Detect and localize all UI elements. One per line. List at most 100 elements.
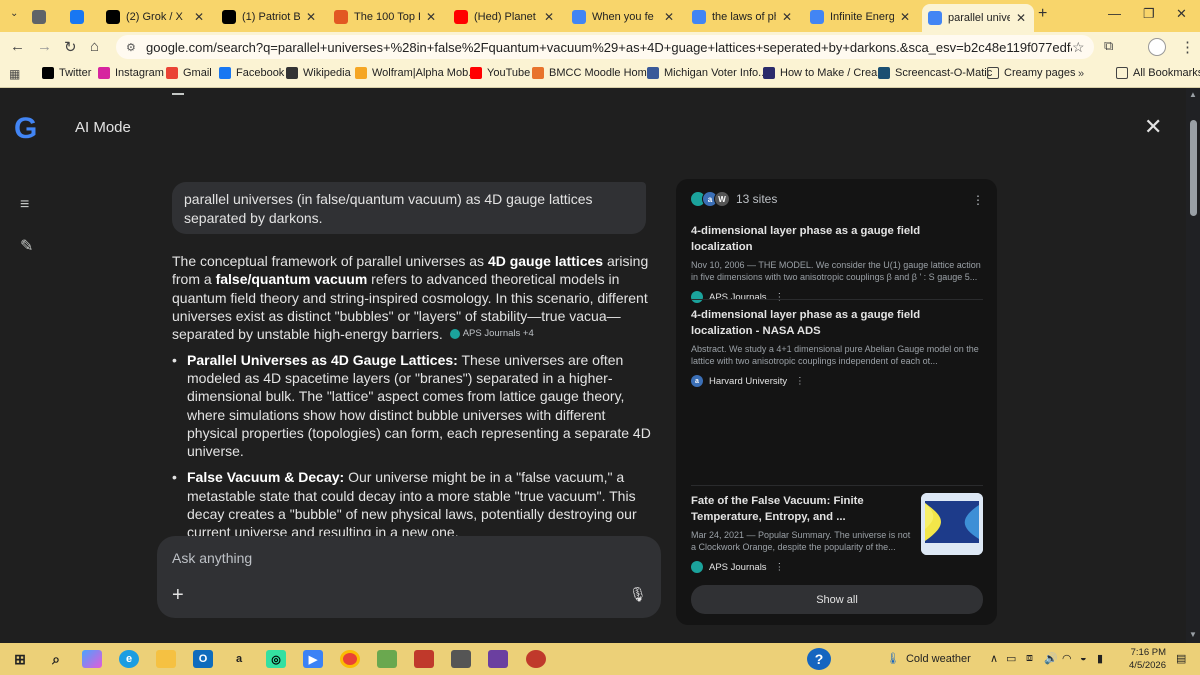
- amazon-icon[interactable]: a: [229, 650, 249, 668]
- profile-avatar[interactable]: [1148, 38, 1166, 56]
- bookmark-star-icon[interactable]: ☆: [1072, 39, 1094, 56]
- bookmark-item[interactable]: Michigan Voter Info...: [647, 67, 767, 79]
- bookmark-item[interactable]: Creamy pages: [987, 67, 1076, 79]
- tab-10[interactable]: parallel universe ✕: [922, 4, 1034, 32]
- edge-icon[interactable]: e: [119, 650, 139, 668]
- new-chat-icon[interactable]: ✎: [20, 236, 33, 256]
- source-title[interactable]: 4-dimensional layer phase as a gauge fie…: [691, 307, 983, 339]
- history-list-icon[interactable]: ≡: [20, 196, 29, 214]
- back-icon[interactable]: ←: [10, 38, 25, 55]
- new-tab-button[interactable]: +: [1038, 5, 1047, 23]
- ask-input-box[interactable]: Ask anything + 🎙: [157, 536, 661, 618]
- tripadvisor-icon[interactable]: ◎: [266, 650, 286, 668]
- google-logo-icon[interactable]: G: [14, 112, 37, 146]
- app-icon[interactable]: [377, 650, 397, 668]
- source-card[interactable]: Fate of the False Vacuum: Finite Tempera…: [691, 493, 911, 573]
- windows-start-icon[interactable]: ⊞: [10, 650, 30, 668]
- app-icon[interactable]: [451, 650, 471, 668]
- mic-icon[interactable]: 🎙: [629, 586, 647, 603]
- tab-close-icon[interactable]: ✕: [898, 10, 912, 24]
- device-icon[interactable]: ⧈: [1026, 652, 1033, 665]
- all-bookmarks-folder[interactable]: All Bookmarks: [1116, 67, 1200, 79]
- forward-icon[interactable]: →: [37, 38, 52, 55]
- more-bookmarks-icon[interactable]: »: [1078, 68, 1084, 80]
- file-explorer-icon[interactable]: [156, 650, 176, 668]
- tab-5[interactable]: The 100 Top Pro ✕: [328, 5, 444, 29]
- weather-widget[interactable]: 🌡 Cold weather: [886, 652, 971, 666]
- bookmark-item[interactable]: Instagram: [98, 67, 164, 79]
- system-clock[interactable]: 7:16 PM 4/5/2026: [1110, 646, 1166, 672]
- address-url[interactable]: google.com/search?q=parallel+universes+%…: [146, 40, 1072, 55]
- sources-menu-icon[interactable]: ⋮: [972, 193, 984, 207]
- tab-9[interactable]: Infinite Energy t ✕: [804, 5, 918, 29]
- tab-6[interactable]: (Hed) Planet Ear ✕: [448, 5, 562, 29]
- volume-icon[interactable]: 🔊: [1044, 652, 1058, 665]
- scrollbar-thumb[interactable]: [1190, 120, 1197, 216]
- bookmark-item[interactable]: YouTube: [470, 67, 530, 79]
- tab-close-icon[interactable]: ✕: [1014, 11, 1028, 25]
- tab-close-icon[interactable]: ✕: [542, 10, 556, 24]
- bookmark-item[interactable]: Gmail: [166, 67, 212, 79]
- network-icon[interactable]: ◒: [1080, 652, 1087, 664]
- bookmark-item[interactable]: How to Make / Crea...: [763, 67, 886, 79]
- tab-4[interactable]: (1) Patriot Boy V ✕: [216, 5, 324, 29]
- source-chip[interactable]: APS Journals +4: [449, 325, 534, 343]
- bookmark-item[interactable]: Screencast-O-Matic: [878, 67, 992, 79]
- tab-close-icon[interactable]: ✕: [304, 10, 318, 24]
- copilot-icon[interactable]: [82, 650, 102, 668]
- tab-1[interactable]: [26, 5, 60, 29]
- apps-grid-icon[interactable]: ▦: [9, 67, 20, 81]
- tab-close-icon[interactable]: ✕: [424, 10, 438, 24]
- tab-search-chevron-icon[interactable]: ⌄: [10, 8, 18, 19]
- battery-icon[interactable]: ▭: [1006, 652, 1016, 665]
- bookmark-item[interactable]: Wikipedia: [286, 67, 351, 79]
- tab-close-icon[interactable]: ✕: [662, 10, 676, 24]
- source-thumbnail[interactable]: [921, 493, 983, 555]
- source-title[interactable]: 4-dimensional layer phase as a gauge fie…: [691, 223, 983, 255]
- bookmark-item[interactable]: BMCC Moodle Hom...: [532, 67, 656, 79]
- scroll-up-icon[interactable]: ▲: [1189, 90, 1197, 99]
- extensions-icon[interactable]: ⧉: [1104, 38, 1113, 54]
- card-menu-icon[interactable]: ⋮: [775, 292, 785, 303]
- menu-icon[interactable]: ⋮: [1180, 38, 1195, 56]
- notifications-icon[interactable]: ▤: [1176, 652, 1186, 665]
- card-menu-icon[interactable]: ⋮: [775, 562, 785, 573]
- outlook-icon[interactable]: O: [193, 650, 213, 668]
- home-icon[interactable]: ⌂: [90, 38, 99, 55]
- store-icon[interactable]: ▶: [303, 650, 323, 668]
- show-all-button[interactable]: Show all: [691, 585, 983, 614]
- reload-icon[interactable]: ↻: [64, 38, 77, 56]
- scroll-down-icon[interactable]: ▼: [1189, 630, 1197, 639]
- tab-2[interactable]: [64, 5, 98, 29]
- window-close-icon[interactable]: ✕: [1176, 6, 1187, 22]
- chrome-icon[interactable]: [340, 650, 360, 668]
- bullet-heading: False Vacuum & Decay:: [187, 469, 345, 486]
- minimize-icon[interactable]: —: [1108, 6, 1121, 21]
- bookmark-item[interactable]: Facebook: [219, 67, 284, 79]
- wifi-icon[interactable]: ◠: [1062, 652, 1072, 665]
- address-bar[interactable]: ⚙ google.com/search?q=parallel+universes…: [116, 35, 1094, 59]
- source-card[interactable]: 4-dimensional layer phase as a gauge fie…: [691, 223, 983, 303]
- bookmark-item[interactable]: Twitter: [42, 67, 91, 79]
- search-icon[interactable]: ⌕: [46, 650, 66, 668]
- ask-input[interactable]: Ask anything: [172, 550, 252, 566]
- help-icon[interactable]: ?: [807, 648, 831, 670]
- tab-3[interactable]: (2) Grok / X ✕: [100, 5, 212, 29]
- source-title[interactable]: Fate of the False Vacuum: Finite Tempera…: [691, 493, 911, 525]
- site-info-icon[interactable]: ⚙: [126, 41, 140, 54]
- tab-close-icon[interactable]: ✕: [780, 10, 794, 24]
- bookmark-item[interactable]: Wolfram|Alpha Mob...: [355, 67, 477, 79]
- app-icon[interactable]: [414, 650, 434, 668]
- source-card[interactable]: 4-dimensional layer phase as a gauge fie…: [691, 307, 983, 387]
- card-menu-icon[interactable]: ⋮: [795, 376, 805, 387]
- close-icon[interactable]: ✕: [1144, 114, 1162, 140]
- add-icon[interactable]: +: [172, 584, 184, 607]
- restore-icon[interactable]: ❐: [1143, 6, 1155, 22]
- show-hidden-icons-chevron-icon[interactable]: ∧: [990, 652, 998, 665]
- tab-close-icon[interactable]: ✕: [192, 10, 206, 24]
- app-icon[interactable]: [488, 650, 508, 668]
- battery-status-icon[interactable]: ▮: [1097, 652, 1103, 665]
- app-icon[interactable]: [526, 650, 546, 668]
- tab-8[interactable]: the laws of phys ✕: [686, 5, 800, 29]
- tab-7[interactable]: When you fe ✕: [566, 5, 682, 29]
